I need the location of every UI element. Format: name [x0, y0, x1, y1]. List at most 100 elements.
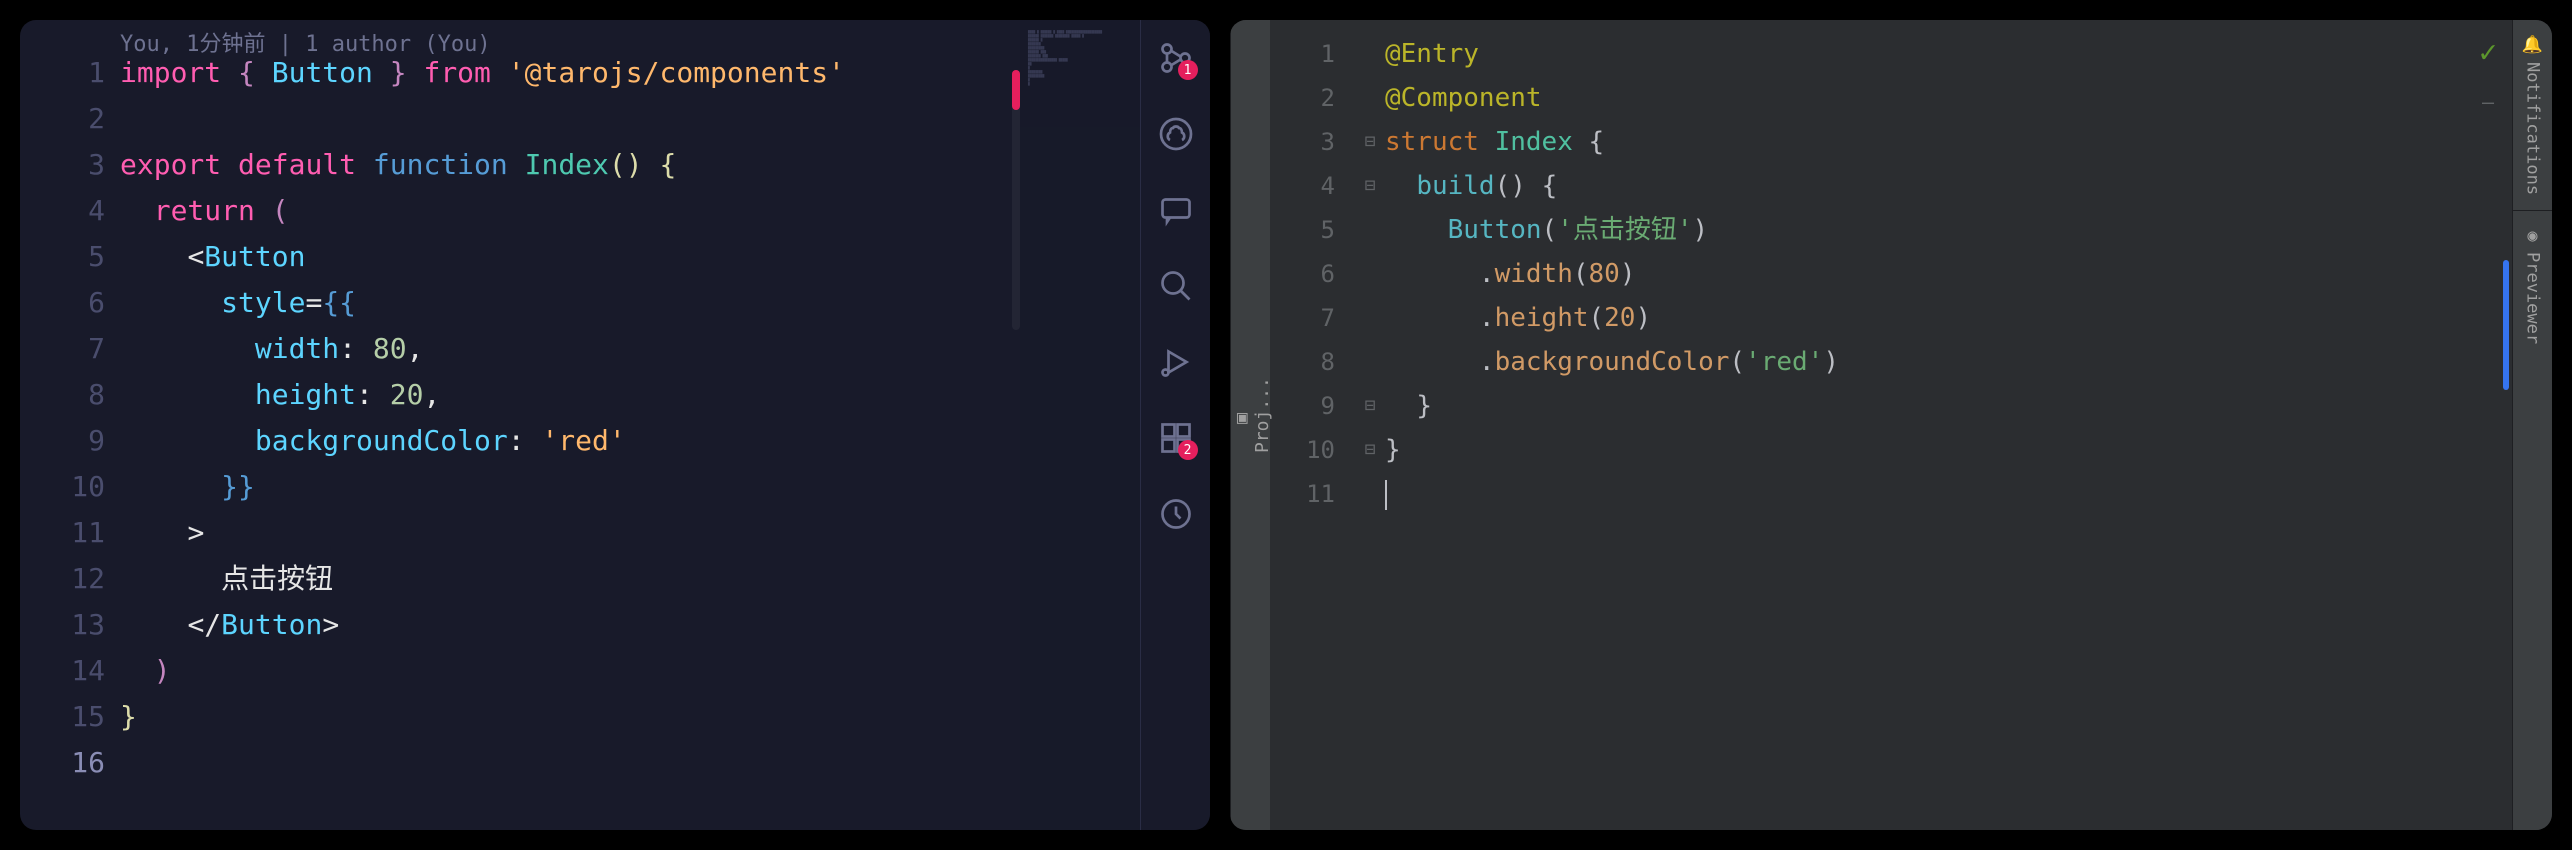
dash-icon: — [2482, 90, 2494, 114]
code-line[interactable]: struct Index { [1385, 120, 2512, 164]
code-area[interactable]: 1 2 3 4 5 6 7 8 9 10 11 12 13 14 15 16 Y… [20, 20, 1020, 830]
badge: 1 [1178, 60, 1198, 80]
code-line[interactable]: style={{ [120, 280, 1020, 326]
line-number-gutter: 1 2 3 4 5 6 7 8 9 10 11 [1270, 32, 1355, 830]
fold-end-icon[interactable]: ⊟ [1355, 384, 1385, 428]
code-line[interactable]: </Button> [120, 602, 1020, 648]
notifications-label: Notifications [2523, 62, 2543, 195]
code-line[interactable]: Button('点击按钮') [1385, 208, 2512, 252]
fold-blank [1355, 32, 1385, 76]
line-number: 11 [20, 510, 105, 556]
line-number: 1 [1270, 32, 1335, 76]
scrollbar-marker[interactable] [2503, 260, 2509, 390]
text-cursor [1385, 480, 1387, 510]
chat-icon[interactable] [1158, 192, 1194, 228]
previewer-tab[interactable]: ◉ Previewer [2513, 211, 2552, 359]
line-number-gutter: 1 2 3 4 5 6 7 8 9 10 11 12 13 14 15 16 [20, 50, 120, 830]
fold-gutter: ⊟ ⊟ ⊟ ⊟ [1355, 32, 1385, 830]
search-icon[interactable] [1158, 268, 1194, 304]
line-number: 11 [1270, 472, 1335, 516]
code-line[interactable]: } [1385, 428, 2512, 472]
code-line[interactable]: } [120, 694, 1020, 740]
extensions-icon[interactable]: 2 [1158, 420, 1194, 456]
code-line[interactable]: height: 20, [120, 372, 1020, 418]
code-line[interactable] [1385, 472, 2512, 516]
code-line[interactable]: export default function Index() { [120, 142, 1020, 188]
code-line[interactable]: @Component [1385, 76, 2512, 120]
line-number: 13 [20, 602, 105, 648]
code-line[interactable]: <Button [120, 234, 1020, 280]
line-number: 4 [1270, 164, 1335, 208]
code-content[interactable]: You, 1分钟前 | 1 author (You) import { Butt… [120, 50, 1020, 830]
code-line[interactable]: build() { [1385, 164, 2512, 208]
timeline-icon[interactable] [1158, 496, 1194, 532]
line-number: 9 [1270, 384, 1335, 428]
project-tool-window-tab[interactable]: ▣ Proj... [1230, 20, 1270, 830]
fold-blank [1355, 208, 1385, 252]
right-tool-window-bar: 🔔 Notifications ◉ Previewer [2512, 20, 2552, 830]
fold-blank [1355, 296, 1385, 340]
line-number: 7 [1270, 296, 1335, 340]
code-line[interactable]: return ( [120, 188, 1020, 234]
code-line[interactable]: backgroundColor: 'red' [120, 418, 1020, 464]
line-number: 3 [1270, 120, 1335, 164]
check-icon: ✓ [2479, 35, 2497, 70]
right-editor-pane: ▣ Proj... 1 2 3 4 5 6 7 8 9 10 11 ⊟ ⊟ ⊟ … [1230, 20, 2552, 830]
code-line[interactable]: } [1385, 384, 2512, 428]
activity-bar: 1 2 [1140, 20, 1210, 830]
line-number: 6 [20, 280, 105, 326]
fold-blank [1355, 472, 1385, 516]
code-line[interactable]: ) [120, 648, 1020, 694]
inspection-widget[interactable]: ✓ — [2479, 35, 2497, 114]
code-line[interactable]: .height(20) [1385, 296, 2512, 340]
source-control-icon[interactable]: 1 [1158, 40, 1194, 76]
code-line[interactable] [120, 740, 1020, 786]
code-line[interactable]: @Entry [1385, 32, 2512, 76]
code-area[interactable]: 1 2 3 4 5 6 7 8 9 10 11 ⊟ ⊟ ⊟ ⊟ @Entry [1270, 20, 2512, 830]
run-debug-icon[interactable] [1158, 344, 1194, 380]
fold-end-icon[interactable]: ⊟ [1355, 428, 1385, 472]
line-number: 12 [20, 556, 105, 602]
previewer-label: Previewer [2523, 252, 2543, 344]
scrollbar[interactable] [1012, 70, 1020, 330]
line-number: 8 [20, 372, 105, 418]
code-line[interactable]: .width(80) [1385, 252, 2512, 296]
line-number: 7 [20, 326, 105, 372]
code-line[interactable]: }} [120, 464, 1020, 510]
line-number: 10 [20, 464, 105, 510]
line-number: 9 [20, 418, 105, 464]
line-number: 3 [20, 142, 105, 188]
left-editor-pane: 1 2 3 4 5 6 7 8 9 10 11 12 13 14 15 16 Y… [20, 20, 1210, 830]
line-number: 4 [20, 188, 105, 234]
line-number: 5 [1270, 208, 1335, 252]
line-number: 8 [1270, 340, 1335, 384]
code-line[interactable]: 点击按钮 [120, 556, 1020, 602]
line-number: 14 [20, 648, 105, 694]
bell-icon: 🔔 [2523, 35, 2543, 56]
notifications-tab[interactable]: 🔔 Notifications [2513, 20, 2552, 211]
code-line[interactable]: > [120, 510, 1020, 556]
code-line[interactable]: width: 80, [120, 326, 1020, 372]
code-line[interactable] [120, 96, 1020, 142]
line-number: 2 [20, 96, 105, 142]
fold-blank [1355, 340, 1385, 384]
badge: 2 [1178, 440, 1198, 460]
fold-blank [1355, 252, 1385, 296]
fold-toggle-icon[interactable]: ⊟ [1355, 120, 1385, 164]
line-number: 1 [20, 50, 105, 96]
code-line[interactable]: .backgroundColor('red') [1385, 340, 2512, 384]
codelens-annotation[interactable]: You, 1分钟前 | 1 author (You) [120, 22, 491, 68]
folder-icon: ▣ [1231, 409, 1252, 430]
minimap[interactable]: ████ █ ██████ █ ████ ███████████████████… [1020, 20, 1140, 830]
line-number: 15 [20, 694, 105, 740]
line-number: 6 [1270, 252, 1335, 296]
github-icon[interactable] [1158, 116, 1194, 152]
code-content[interactable]: @Entry @Component struct Index { build()… [1385, 32, 2512, 830]
line-number: 16 [20, 740, 105, 786]
line-number: 5 [20, 234, 105, 280]
fold-blank [1355, 76, 1385, 120]
line-number: 10 [1270, 428, 1335, 472]
fold-toggle-icon[interactable]: ⊟ [1355, 164, 1385, 208]
scrollbar-thumb[interactable] [1012, 70, 1020, 110]
eye-icon: ◉ [2523, 226, 2543, 246]
